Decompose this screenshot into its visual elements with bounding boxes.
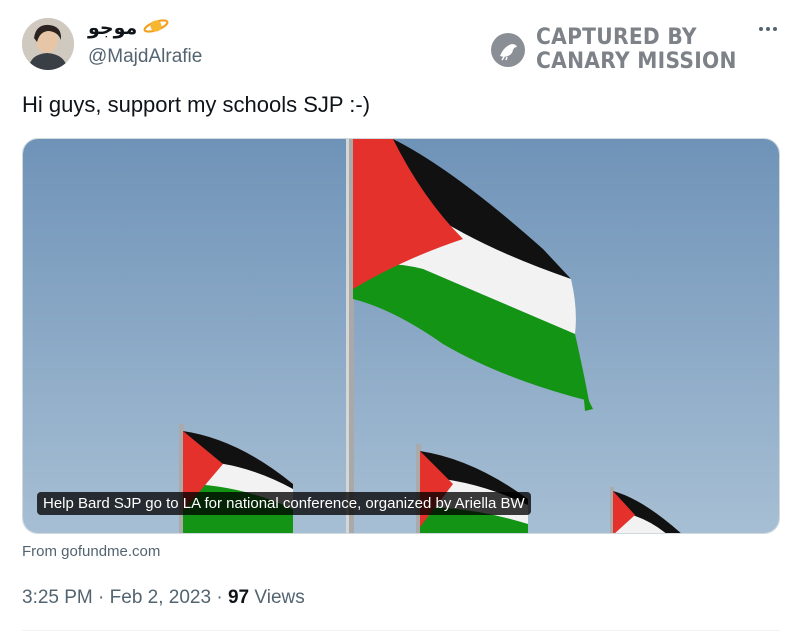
divider [22, 630, 780, 631]
author-handle[interactable]: @MajdAlrafie [88, 46, 202, 68]
tweet-meta: 3:25 PM · Feb 2, 2023 · 97 Views [22, 587, 305, 609]
views-label: Views [254, 587, 305, 608]
meta-separator: · [98, 587, 105, 608]
link-card-title[interactable]: Help Bard SJP go to LA for national conf… [37, 492, 531, 515]
avatar-photo [22, 18, 74, 70]
tweet-text: Hi guys, support my schools SJP :-) [22, 92, 371, 117]
ringed-planet-icon [143, 17, 169, 40]
tweet-time[interactable]: 3:25 PM [22, 587, 93, 608]
tweet-date[interactable]: Feb 2, 2023 [110, 587, 211, 608]
watermark-line2: CANARY MISSION [536, 49, 737, 74]
watermark-line1: CAPTURED BY [536, 25, 697, 50]
palestinian-flags-image [23, 139, 779, 533]
views-count: 97 [227, 587, 250, 608]
avatar[interactable] [22, 18, 74, 70]
watermark-text: CAPTURED BY CANARY MISSION [536, 26, 737, 74]
watermark: CAPTURED BY CANARY MISSION [490, 26, 740, 76]
link-card-domain[interactable]: From gofundme.com [22, 543, 160, 560]
canary-logo-icon [491, 33, 525, 67]
more-options-icon[interactable] [754, 18, 782, 40]
link-card-image[interactable] [22, 138, 780, 534]
meta-separator: · [216, 587, 223, 608]
display-name-row[interactable]: موجو [88, 16, 169, 40]
display-name[interactable]: موجو [88, 17, 137, 39]
